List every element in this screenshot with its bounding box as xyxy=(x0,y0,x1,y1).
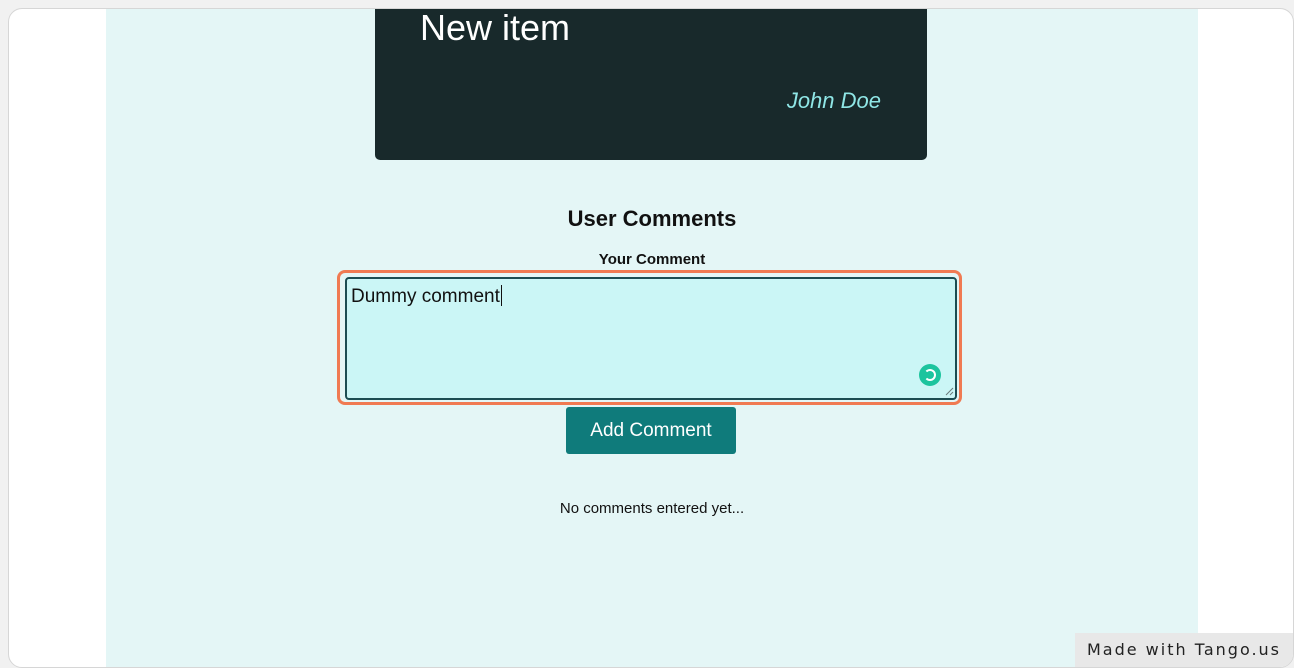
comment-field-label: Your Comment xyxy=(598,251,706,268)
comments-heading: User Comments xyxy=(567,206,737,231)
tango-watermark: Made with Tango.us xyxy=(1075,633,1293,667)
comment-text: Dummy comment xyxy=(351,286,500,307)
comment-textarea[interactable]: Dummy comment xyxy=(345,277,957,400)
no-comments-message: No comments entered yet... xyxy=(559,500,745,517)
add-comment-button[interactable]: Add Comment xyxy=(566,407,736,454)
resize-handle-icon[interactable] xyxy=(944,386,954,396)
screenshot-frame: New item John Doe User Comments Your Com… xyxy=(8,8,1294,668)
text-caret xyxy=(500,285,502,306)
item-title: New item xyxy=(420,8,571,48)
item-author: John Doe xyxy=(786,88,881,113)
item-card: New item John Doe xyxy=(375,9,927,160)
grammar-assistant-icon[interactable] xyxy=(919,364,941,386)
page-content: New item John Doe User Comments Your Com… xyxy=(106,9,1198,667)
